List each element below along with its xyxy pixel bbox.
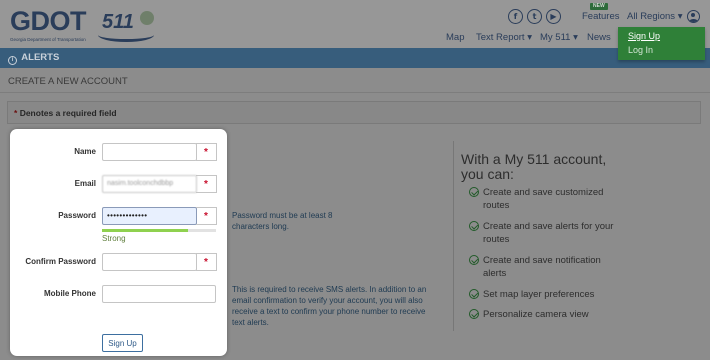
required-marker: *: [196, 175, 217, 193]
check-circle-icon: [469, 255, 479, 265]
password-strength-fill: [102, 229, 188, 232]
benefit-text: Create and save notification alerts: [483, 255, 601, 279]
new-badge: NEW: [590, 3, 608, 10]
benefit-item: Personalize camera view: [469, 308, 623, 321]
nav-text-report-label: Text Report: [476, 32, 525, 43]
benefit-text: Personalize camera view: [483, 309, 589, 320]
required-star: *: [14, 108, 18, 118]
alerts-label: ALERTS: [21, 52, 60, 63]
benefit-text: Set map layer preferences: [483, 289, 595, 300]
phone-hint-line: receive a text to confirm your phone num…: [232, 307, 426, 316]
mobile-phone-field[interactable]: [102, 285, 216, 303]
benefit-item: Set map layer preferences: [469, 288, 623, 301]
password-strength-bar: [102, 229, 216, 232]
logo-swoosh: [98, 28, 154, 42]
divider: [0, 92, 710, 93]
password-strength-label: Strong: [102, 234, 126, 243]
logo-text: GDOT: [10, 6, 87, 36]
benefit-item: Create and save alerts for your routes: [469, 220, 623, 246]
gdot-logo[interactable]: GDOT Georgia Department of Transportatio…: [10, 6, 154, 42]
signup-button[interactable]: Sign Up: [102, 334, 143, 352]
dropdown-login[interactable]: Log In: [628, 43, 695, 57]
password-hint-line: characters long.: [232, 222, 289, 231]
check-circle-icon: [469, 289, 479, 299]
check-circle-icon: [469, 187, 479, 197]
confirm-password-label: Confirm Password: [25, 257, 96, 266]
signup-form: Name * Email nasim.toolconchdbbp * Passw…: [10, 129, 227, 356]
nav-map[interactable]: Map: [446, 32, 464, 43]
chevron-down-icon: ▾: [573, 32, 578, 43]
password-hint: Password must be at least 8 characters l…: [232, 210, 333, 232]
required-note: * Denotes a required field: [7, 101, 701, 124]
password-field[interactable]: •••••••••••••: [102, 207, 197, 225]
youtube-icon[interactable]: ▶: [546, 9, 561, 24]
features-link[interactable]: Features: [582, 11, 620, 22]
twitter-icon[interactable]: t: [527, 9, 542, 24]
chevron-down-icon: ▾: [677, 11, 683, 22]
chevron-down-icon: ▾: [527, 32, 532, 43]
facebook-icon[interactable]: f: [508, 9, 523, 24]
logo-subtitle: Georgia Department of Transportation: [10, 37, 86, 42]
regions-menu[interactable]: All Regions ▾: [627, 11, 682, 22]
peach-icon: [140, 11, 154, 25]
site-header: GDOT Georgia Department of Transportatio…: [0, 0, 710, 48]
nav-news[interactable]: News: [587, 32, 611, 43]
user-account-icon[interactable]: [687, 10, 700, 23]
nav-my511-label: My 511: [540, 32, 571, 43]
phone-hint-line: This is required to receive SMS alerts. …: [232, 285, 427, 294]
account-dropdown: Sign Up Log In: [618, 27, 705, 60]
phone-hint-line: email confirmation to verify your accoun…: [232, 296, 423, 305]
page-title: CREATE A NEW ACCOUNT: [8, 76, 128, 87]
dropdown-signup[interactable]: Sign Up: [628, 29, 695, 43]
benefit-text: Create and save customized routes: [483, 187, 604, 211]
email-label: Email: [74, 179, 96, 188]
email-field[interactable]: nasim.toolconchdbbp: [102, 175, 197, 193]
password-hint-line: Password must be at least 8: [232, 211, 333, 220]
benefit-text: Create and save alerts for your routes: [483, 221, 614, 245]
check-circle-icon: [469, 309, 479, 319]
mobile-phone-label: Mobile Phone: [44, 289, 96, 298]
phone-hint-line: text alerts.: [232, 318, 269, 327]
nav-my511[interactable]: My 511 ▾: [540, 32, 578, 43]
name-field[interactable]: [102, 143, 197, 161]
password-label: Password: [58, 211, 96, 220]
promo-title: With a My 511 account, you can:: [461, 151, 607, 182]
phone-hint: This is required to receive SMS alerts. …: [232, 284, 426, 328]
required-note-text: Denotes a required field: [19, 108, 117, 118]
info-icon: i: [8, 56, 17, 65]
confirm-password-field[interactable]: [102, 253, 197, 271]
alerts-bar[interactable]: i ALERTS: [0, 48, 710, 68]
name-label: Name: [74, 147, 96, 156]
required-marker: *: [196, 143, 217, 161]
benefit-item: Create and save notification alerts: [469, 254, 623, 280]
nav-text-report[interactable]: Text Report ▾: [476, 32, 532, 43]
benefit-item: Create and save customized routes: [469, 186, 623, 212]
required-marker: *: [196, 253, 217, 271]
promo-divider: [453, 141, 454, 331]
check-circle-icon: [469, 221, 479, 231]
required-marker: *: [196, 207, 217, 225]
regions-label: All Regions: [627, 11, 676, 22]
